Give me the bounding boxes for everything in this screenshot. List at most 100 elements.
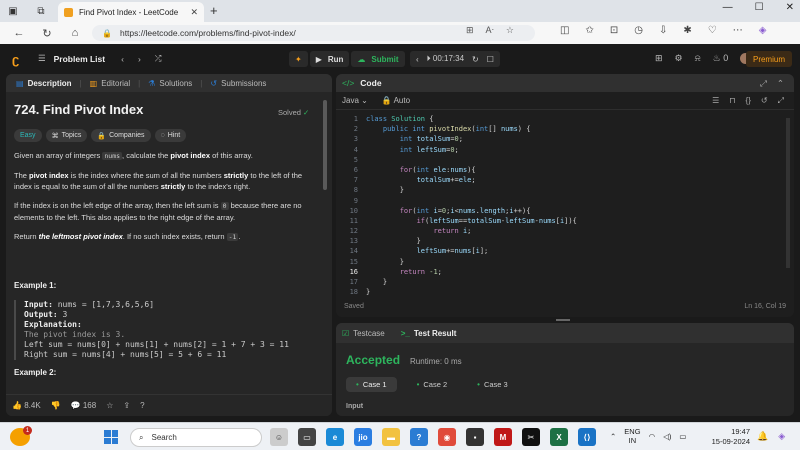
edge-browser-icon[interactable]: e bbox=[326, 428, 344, 446]
code-line[interactable]: 6 for(int ele:nums){ bbox=[336, 165, 794, 175]
split-screen-icon[interactable]: ◫ bbox=[560, 25, 569, 36]
heart-icon[interactable]: ♡ bbox=[708, 25, 717, 36]
capcut-icon[interactable]: ✂ bbox=[522, 428, 540, 446]
tab-editorial[interactable]: ▥ Editorial bbox=[86, 79, 134, 88]
home-icon[interactable]: ⌂ bbox=[68, 27, 82, 39]
hint-tag[interactable]: ◌ Hint bbox=[154, 129, 187, 142]
code-line[interactable]: 10 for(int i=0;i<nums.length;i++){ bbox=[336, 206, 794, 216]
reset-timer-icon[interactable]: ↻ bbox=[472, 55, 479, 64]
code-line[interactable]: 2 public int pivotIndex(int[] nums) { bbox=[336, 124, 794, 134]
like-button[interactable]: 👍 8.4K bbox=[12, 401, 41, 410]
maximize-editor-icon[interactable]: ⤢ bbox=[760, 78, 767, 89]
grid-icon[interactable]: ⊞ bbox=[466, 25, 474, 36]
back-icon[interactable]: ← bbox=[12, 27, 26, 39]
debug-button[interactable]: ✦ bbox=[289, 51, 308, 67]
code-line[interactable]: 4 int leftSum=0; bbox=[336, 145, 794, 155]
code-line[interactable]: 17 } bbox=[336, 277, 794, 287]
code-line[interactable]: 12 return i; bbox=[336, 226, 794, 236]
case-1-tab[interactable]: • Case 1 bbox=[346, 377, 397, 392]
close-window-icon[interactable]: ✕ bbox=[786, 2, 794, 13]
braces-icon[interactable]: {} bbox=[746, 96, 751, 106]
code-line[interactable]: 11 if(leftSum==totalSum-leftSum-nums[i])… bbox=[336, 216, 794, 226]
tab-description[interactable]: ▤ Description bbox=[12, 79, 76, 88]
taskbar-search[interactable]: ⌕ Search bbox=[130, 428, 262, 447]
code-line[interactable]: 8 } bbox=[336, 185, 794, 195]
favorites-icon[interactable]: ✩ bbox=[585, 25, 593, 36]
auto-mode[interactable]: 🔒 Auto bbox=[382, 96, 410, 105]
widgets-app-icon[interactable]: ☺ bbox=[270, 428, 288, 446]
tab-actions-icon[interactable]: ⧉ bbox=[34, 4, 48, 18]
volume-icon[interactable]: ◁) bbox=[663, 432, 671, 441]
case-3-tab[interactable]: • Case 3 bbox=[467, 377, 518, 392]
code-area[interactable]: 1 class Solution {2 public int pivotIndex… bbox=[336, 114, 794, 296]
code-line[interactable]: 1 class Solution { bbox=[336, 114, 794, 124]
expand-icon[interactable]: ⤢ bbox=[778, 96, 784, 106]
code-line[interactable]: 3 int totalSum=0; bbox=[336, 134, 794, 144]
browser-tab[interactable]: Find Pivot Index - LeetCode ✕ bbox=[58, 2, 204, 22]
submit-button[interactable]: ☁ Submit bbox=[351, 51, 405, 67]
format-icon[interactable]: ☰ bbox=[712, 96, 719, 106]
code-line[interactable]: 14 leftSum+=nums[i]; bbox=[336, 246, 794, 256]
copilot-taskbar-icon[interactable]: ◈ bbox=[778, 431, 785, 442]
read-aloud-icon[interactable]: Aᐧ bbox=[486, 25, 494, 36]
case-2-tab[interactable]: • Case 2 bbox=[407, 377, 458, 392]
taskview-icon[interactable]: ▭ bbox=[298, 428, 316, 446]
comments-button[interactable]: 💬 168 bbox=[71, 401, 97, 410]
wifi-icon[interactable]: ◠ bbox=[649, 432, 656, 441]
code-line[interactable]: 15 } bbox=[336, 257, 794, 267]
myjio-app-icon[interactable]: jio bbox=[354, 428, 372, 446]
companies-tag[interactable]: 🔒 Companies bbox=[91, 129, 151, 142]
collapse-editor-icon[interactable]: ⌃ bbox=[777, 78, 784, 89]
description-scrollbar[interactable] bbox=[323, 100, 327, 190]
minimize-icon[interactable]: — bbox=[723, 2, 733, 13]
favorite-star-icon[interactable]: ☆ bbox=[506, 25, 514, 36]
premium-button[interactable]: Premium bbox=[746, 51, 792, 67]
news-widget[interactable]: 1 bbox=[10, 426, 32, 446]
downloads-icon[interactable]: ⇩ bbox=[659, 25, 667, 36]
workspaces-icon[interactable]: ▣ bbox=[6, 4, 20, 18]
star-icon[interactable]: ☆ bbox=[106, 401, 113, 410]
new-tab-icon[interactable]: + bbox=[210, 3, 218, 18]
collapse-left-icon[interactable]: ‹ bbox=[416, 55, 419, 64]
shuffle-icon[interactable]: ⤮ bbox=[155, 53, 162, 64]
reset-code-icon[interactable]: ↺ bbox=[761, 96, 768, 106]
code-line[interactable]: 16 return -1; bbox=[336, 267, 794, 277]
editor-scrollbar[interactable] bbox=[786, 118, 790, 268]
maximize-icon[interactable]: ☐ bbox=[755, 2, 764, 13]
code-line[interactable]: 9 bbox=[336, 196, 794, 206]
tab-testcase[interactable]: ☑ Testcase bbox=[342, 329, 385, 338]
code-line[interactable]: 13 } bbox=[336, 236, 794, 246]
notification-icon[interactable]: 🔔 bbox=[757, 431, 768, 442]
prev-problem-icon[interactable]: ‹ bbox=[121, 54, 124, 64]
start-button[interactable] bbox=[104, 430, 118, 444]
file-explorer-icon[interactable]: ▬ bbox=[382, 428, 400, 446]
chrome-icon[interactable]: ◉ bbox=[438, 428, 456, 446]
tab-test-result[interactable]: >_ Test Result bbox=[401, 329, 457, 338]
streak[interactable]: ♨ 0 bbox=[713, 53, 729, 64]
share-icon[interactable]: ⇪ bbox=[123, 401, 130, 410]
run-button[interactable]: ▶ Run bbox=[309, 51, 350, 67]
language-select[interactable]: Java ⌄ bbox=[342, 96, 368, 105]
layout-icon[interactable]: ⊞ bbox=[655, 53, 663, 64]
browser-menu-icon[interactable]: ⋯ bbox=[733, 25, 743, 36]
leetcode-logo-icon[interactable]: ʗ bbox=[12, 52, 24, 67]
language-indicator[interactable]: ENG IN bbox=[624, 427, 640, 445]
bookmark-icon[interactable]: ⊓ bbox=[729, 96, 735, 106]
close-tab-icon[interactable]: ✕ bbox=[190, 7, 198, 18]
show-hidden-icons[interactable]: ⌃ bbox=[610, 432, 616, 441]
notifications-bell-icon[interactable]: ⍾ bbox=[695, 53, 701, 64]
clock[interactable]: 19:47 15-09-2024 bbox=[706, 427, 750, 447]
code-line[interactable]: 7 totalSum+=ele; bbox=[336, 175, 794, 185]
topics-tag[interactable]: ⌘ Topics bbox=[45, 129, 88, 142]
settings-gear-icon[interactable]: ⚙ bbox=[675, 53, 683, 64]
panel-splitter[interactable] bbox=[556, 319, 570, 321]
excel-icon[interactable]: X bbox=[550, 428, 568, 446]
next-problem-icon[interactable]: › bbox=[138, 54, 141, 64]
mcafee-icon[interactable]: M bbox=[494, 428, 512, 446]
vscode-icon[interactable]: ⟨⟩ bbox=[578, 428, 596, 446]
problem-list-link[interactable]: Problem List bbox=[54, 54, 105, 64]
help-app-icon[interactable]: ? bbox=[410, 428, 428, 446]
help-icon[interactable]: ? bbox=[140, 401, 144, 410]
code-line[interactable]: 5 bbox=[336, 155, 794, 165]
collections-icon[interactable]: ⊡ bbox=[610, 25, 618, 36]
